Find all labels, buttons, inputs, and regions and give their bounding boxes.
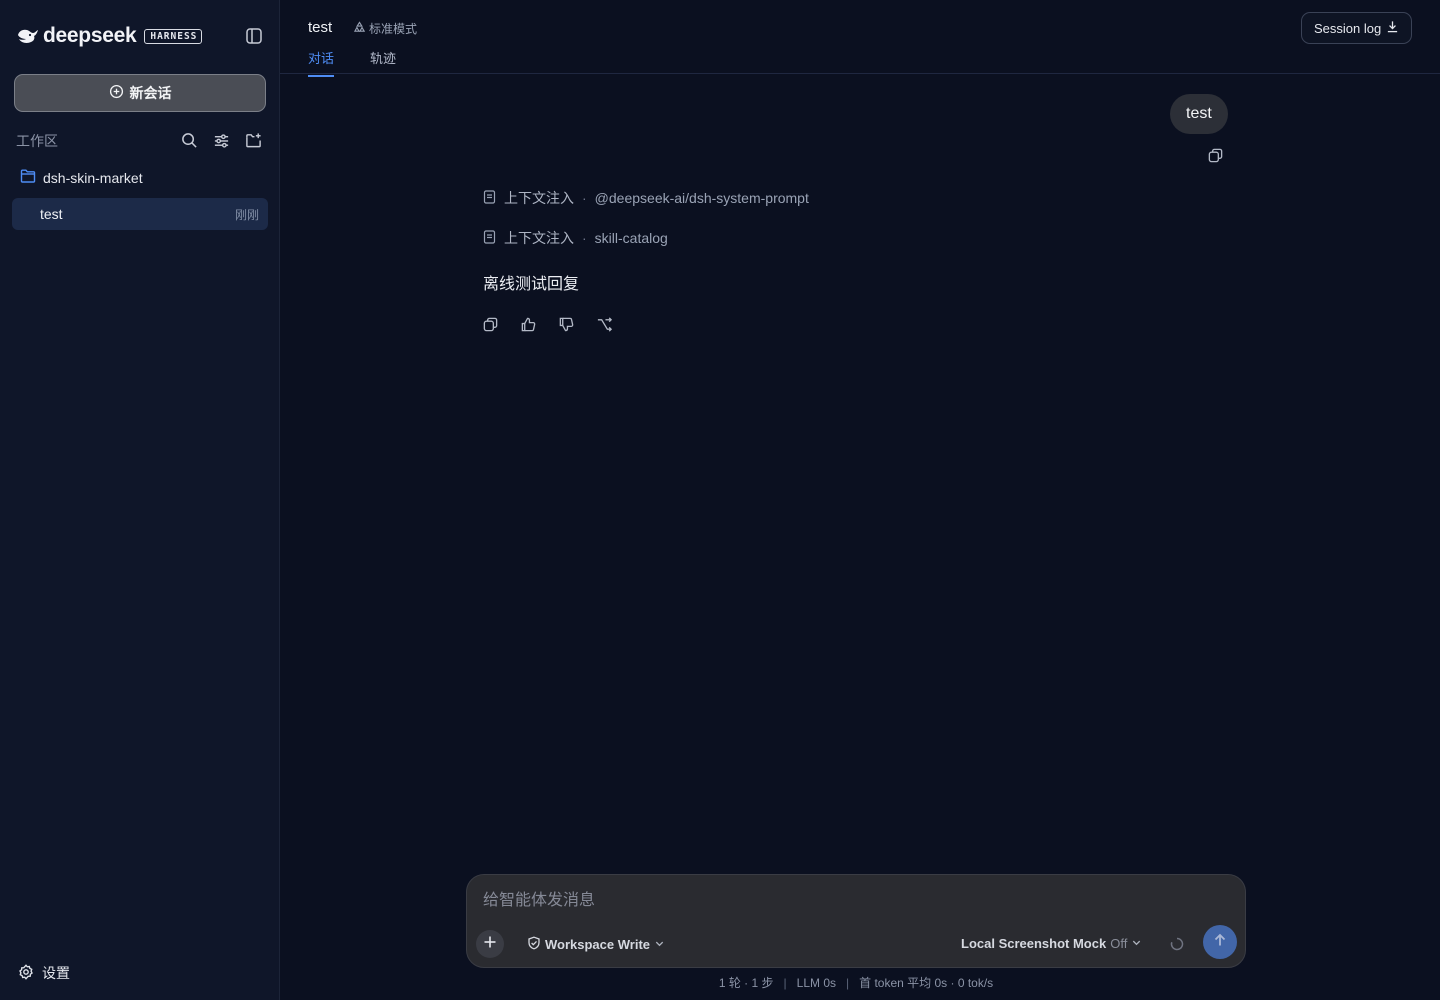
new-chat-button[interactable]: 新会话 [14, 74, 266, 112]
recycle-icon [353, 20, 366, 37]
context-injection-source: @deepseek-ai/dsh-system-prompt [594, 190, 809, 206]
tab-chat[interactable]: 对话 [308, 48, 335, 77]
user-message: test [1170, 94, 1228, 134]
loading-spinner-icon [1170, 937, 1184, 951]
filter-sliders-icon[interactable] [212, 131, 230, 149]
stats-llm: LLM 0s [796, 976, 836, 990]
folder-icon [20, 169, 36, 186]
stats-rounds: 1 轮 · 1 步 [718, 976, 774, 990]
mode-label: 标准模式 [369, 22, 418, 36]
folder-name: dsh-skin-market [43, 169, 143, 186]
app-root: deepseek HARNESS 新会话 工作区 dsh-skin-market… [0, 0, 1440, 1000]
brand: deepseek HARNESS [16, 24, 203, 48]
copy-icon[interactable] [1207, 147, 1225, 165]
message-composer: Workspace Write Local Screenshot Mock Of… [466, 874, 1246, 968]
mode-indicator[interactable]: 标准模式 [353, 20, 417, 37]
thumbs-up-icon[interactable] [519, 315, 537, 333]
workspace-tools [180, 131, 262, 149]
conversation-title: test [308, 19, 333, 36]
workspace-folder[interactable]: dsh-skin-market [20, 169, 143, 186]
workspace-label: 工作区 [16, 133, 58, 149]
chevron-down-icon [1131, 936, 1142, 951]
thumbs-down-icon[interactable] [557, 315, 575, 333]
new-chat-label: 新会话 [129, 85, 172, 101]
stats-token: 首 token 平均 0s · 0 tok/s [859, 976, 994, 990]
separator-dot: · [582, 190, 587, 206]
send-button[interactable] [1203, 925, 1237, 959]
context-injection-item[interactable]: 上下文注入 · @deepseek-ai/dsh-system-prompt [483, 188, 809, 208]
tab-trace[interactable]: 轨迹 [370, 48, 396, 77]
document-icon [483, 229, 496, 247]
mock-name: Local Screenshot Mock [961, 936, 1107, 951]
sidebar: deepseek HARNESS 新会话 工作区 dsh-skin-market… [0, 0, 280, 1000]
session-item-test[interactable]: test 刚刚 [12, 198, 268, 230]
permission-label: Workspace Write [545, 937, 651, 952]
stats-divider: | [846, 976, 850, 990]
session-log-label: Session log [1314, 20, 1382, 36]
session-log-button[interactable]: Session log [1301, 12, 1413, 44]
stats-divider: | [783, 976, 787, 990]
new-folder-icon[interactable] [244, 131, 262, 149]
user-message-text: test [1186, 105, 1212, 122]
context-injection-item[interactable]: 上下文注入 · skill-catalog [483, 228, 668, 248]
brand-name: deepseek [43, 24, 137, 47]
settings-label: 设置 [42, 965, 70, 981]
run-stats: 1 轮 · 1 步 | LLM 0s | 首 token 平均 0s · 0 tok/s [466, 974, 1246, 991]
context-injection-source: skill-catalog [594, 230, 668, 246]
brand-badge: HARNESS [144, 28, 203, 44]
plus-icon [483, 935, 497, 954]
permission-selector[interactable]: Workspace Write [527, 936, 665, 953]
whale-logo-icon [16, 26, 40, 46]
mock-state: Off [1110, 936, 1128, 951]
session-title: test [40, 206, 63, 222]
plus-circle-icon [109, 84, 124, 102]
add-attachment-button[interactable] [476, 930, 504, 958]
arrow-up-icon [1213, 933, 1227, 952]
sidebar-toggle-icon[interactable] [245, 27, 263, 45]
search-icon[interactable] [180, 131, 198, 149]
settings-button[interactable]: 设置 [18, 963, 70, 983]
branch-icon[interactable] [595, 315, 613, 333]
assistant-message-text: 离线测试回复 [483, 276, 580, 293]
shield-check-icon [527, 936, 541, 953]
session-time: 刚刚 [234, 207, 259, 222]
message-input[interactable] [483, 889, 1223, 913]
mock-selector[interactable]: Local Screenshot Mock Off [961, 936, 1142, 951]
document-icon [483, 189, 496, 207]
view-tabs: 对话 轨迹 [308, 48, 396, 77]
download-icon [1386, 20, 1399, 36]
gear-icon [18, 963, 34, 983]
chevron-down-icon [654, 937, 665, 952]
message-actions [481, 315, 613, 333]
context-injection-label: 上下文注入 [504, 230, 574, 246]
conversation-header: test 标准模式 对话 轨迹 Session log [280, 0, 1440, 77]
separator-dot: · [582, 230, 587, 246]
context-injection-label: 上下文注入 [504, 190, 574, 206]
copy-icon[interactable] [481, 315, 499, 333]
